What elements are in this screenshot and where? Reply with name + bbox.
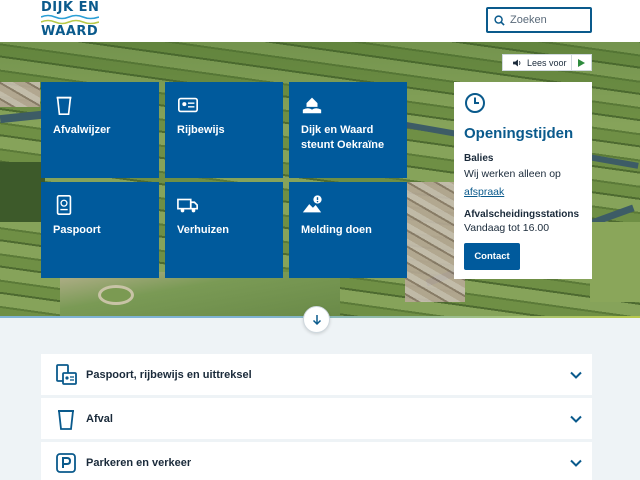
tile-label: Afvalwijzer: [53, 124, 111, 136]
balies-text: Wij werken alleen op: [464, 168, 561, 180]
accordion-label: Afval: [86, 412, 113, 425]
parking-icon: [56, 452, 76, 473]
tile-label: Melding doen: [301, 224, 372, 236]
id-card-icon: [178, 97, 198, 113]
balies-label: Balies: [464, 153, 494, 164]
tile-label: Dijk en Waard steunt Oekraïne: [301, 124, 385, 151]
waste-bin-icon: [57, 409, 75, 430]
passport-icon: [56, 195, 72, 215]
accordion-item-paspoort[interactable]: Paspoort, rijbewijs en uittreksel: [41, 354, 592, 395]
scroll-down-button[interactable]: [303, 306, 330, 333]
tile-paspoort[interactable]: Paspoort: [41, 182, 159, 278]
tile-afvalwijzer[interactable]: Afvalwijzer: [41, 82, 159, 178]
tile-label: Rijbewijs: [177, 124, 225, 136]
read-aloud-button[interactable]: Lees voor: [502, 54, 592, 71]
speaker-icon: [513, 58, 521, 67]
appointment-link[interactable]: afspraak: [464, 186, 504, 198]
logo-text-bottom: WAARD: [41, 24, 99, 39]
waste-bin-icon: [56, 96, 72, 115]
play-icon: [578, 58, 585, 67]
report-warning-icon: [302, 195, 322, 213]
tile-oekraine[interactable]: Dijk en Waard steunt Oekraïne: [289, 82, 407, 178]
chevron-down-icon: [570, 459, 582, 467]
read-aloud-label: Lees voor: [527, 57, 567, 68]
afval-label: Afvalscheidingsstations: [464, 209, 580, 220]
tile-melding[interactable]: Melding doen: [289, 182, 407, 278]
accordion-label: Paspoort, rijbewijs en uittreksel: [86, 368, 252, 381]
tile-label: Paspoort: [53, 224, 101, 236]
helping-hands-icon: [302, 97, 322, 114]
tile-rijbewijs[interactable]: Rijbewijs: [165, 82, 283, 178]
afval-text: Vandaag tot 16.00: [464, 222, 550, 234]
logo-text-top: DIJK EN: [41, 0, 100, 15]
accordion-item-parkeren[interactable]: Parkeren en verkeer: [41, 442, 592, 480]
search-icon: [494, 14, 505, 26]
tile-label: Verhuizen: [177, 224, 229, 236]
chevron-down-icon: [570, 371, 582, 379]
search-box[interactable]: [486, 7, 592, 33]
logo[interactable]: DIJK EN WAARD: [41, 1, 101, 39]
clock-icon: [465, 93, 485, 113]
play-button[interactable]: [571, 55, 591, 70]
accordion-label: Parkeren en verkeer: [86, 456, 192, 469]
tile-verhuizen[interactable]: Verhuizen: [165, 182, 283, 278]
chevron-down-icon: [570, 415, 582, 423]
accordion-item-afval[interactable]: Afval: [41, 398, 592, 439]
arrow-down-icon: [312, 314, 321, 325]
search-input[interactable]: [510, 14, 582, 26]
site-header: DIJK EN WAARD: [0, 0, 640, 42]
opening-hours-card: Openingstijden Balies Wij werken alleen …: [454, 82, 592, 279]
moving-truck-icon: [177, 198, 198, 213]
documents-icon: [56, 363, 77, 385]
contact-button[interactable]: Contact: [464, 243, 520, 270]
opening-hours-title: Openingstijden: [464, 125, 574, 142]
